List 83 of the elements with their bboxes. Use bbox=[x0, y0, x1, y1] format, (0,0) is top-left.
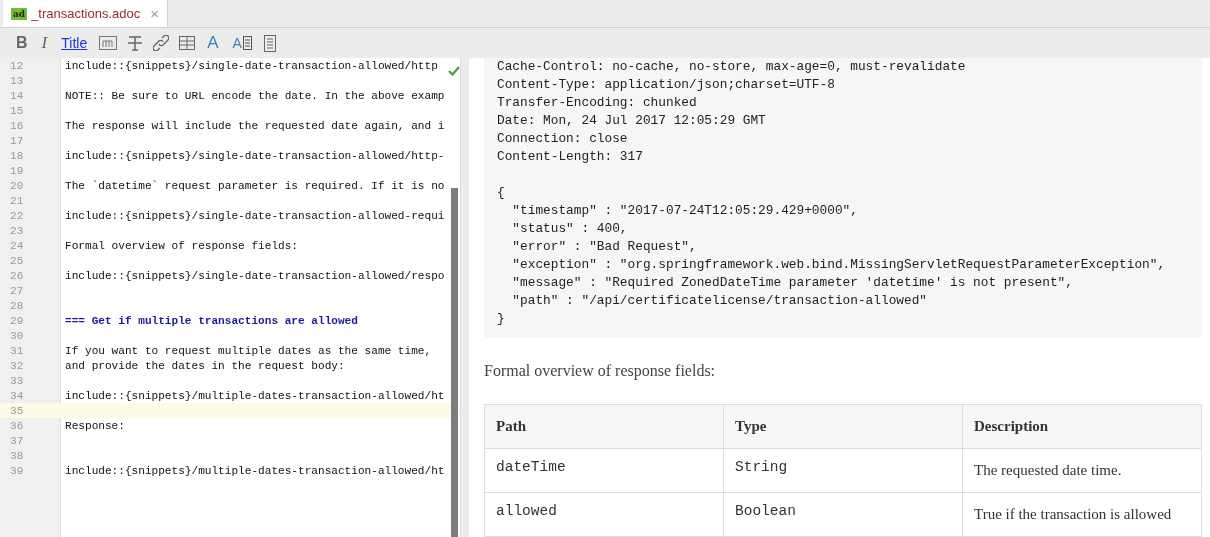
code-line: Connection: close bbox=[497, 131, 628, 146]
code-line: include::{snippets}/multiple-dates-transaction-allowed/ht bbox=[65, 464, 445, 477]
code-line: include::{snippets}/single-date-transaction-allowed/http- bbox=[65, 149, 445, 162]
code-line: Formal overview of response fields: bbox=[65, 239, 298, 252]
code-line: === Get if multiple transactions are allowed bbox=[65, 314, 358, 327]
code-line: Cache-Control: no-cache, no-store, max-age=0, must-revalidate bbox=[497, 59, 966, 74]
line-number: 16 bbox=[9, 119, 25, 132]
code-line: include::{snippets}/multiple-dates-transaction-allowed/ht bbox=[65, 389, 445, 402]
code-line: "status" : 400, bbox=[511, 221, 628, 236]
code-line: "path" : "/api/certificatelicense/transaction-allowed" bbox=[511, 293, 928, 308]
column-header: Type bbox=[723, 404, 963, 449]
code-line: Date: Mon, 24 Jul 2017 12:05:29 GMT bbox=[497, 113, 766, 128]
asciidoc-file-icon: ad bbox=[11, 7, 28, 20]
line-number: 31 bbox=[9, 344, 25, 357]
line-number: 19 bbox=[9, 164, 25, 177]
code-line: "message" : "Required ZonedDateTime parameter 'datetime' is not present", bbox=[511, 275, 1073, 290]
line-number: 23 bbox=[9, 224, 25, 237]
line-number: 21 bbox=[9, 194, 25, 207]
code-line: "exception" : "org.springframework.web.bind.MissingServletRequestParameterException", bbox=[511, 257, 1166, 272]
bold-button[interactable]: B bbox=[14, 34, 30, 52]
scrollbar-thumb[interactable] bbox=[451, 188, 458, 537]
line-number: 34 bbox=[9, 389, 25, 402]
monospace-icon[interactable] bbox=[99, 36, 118, 50]
code-line: "error" : "Bad Request", bbox=[511, 239, 697, 254]
line-number: 29 bbox=[9, 314, 25, 327]
code-line: Content-Length: 317 bbox=[497, 149, 643, 164]
table-icon[interactable] bbox=[179, 36, 196, 50]
line-number: 33 bbox=[9, 374, 25, 387]
code-line: include::{snippets}/single-date-transaction-allowed/http bbox=[65, 59, 438, 72]
table-cell: String bbox=[723, 448, 963, 493]
line-number: 15 bbox=[9, 104, 25, 117]
line-number: 27 bbox=[9, 284, 25, 297]
line-number: 38 bbox=[9, 449, 25, 462]
font-button[interactable]: A bbox=[205, 33, 221, 53]
code-line: } bbox=[497, 311, 505, 326]
link-icon[interactable] bbox=[153, 35, 170, 51]
line-number: 13 bbox=[9, 74, 25, 87]
line-number: 18 bbox=[9, 149, 25, 162]
font-box-button[interactable]: A bbox=[230, 35, 254, 51]
code-line: and provide the dates in the request body: bbox=[65, 359, 345, 372]
line-number: 36 bbox=[9, 419, 25, 432]
line-number: 30 bbox=[9, 329, 25, 342]
code-line: Content-Type: application/json;charset=UTF-8 bbox=[497, 77, 835, 92]
line-number: 20 bbox=[9, 179, 25, 192]
line-number: 17 bbox=[9, 134, 25, 147]
column-header: Description bbox=[962, 404, 1202, 449]
code-line: The `datetime` request parameter is required. If it is no bbox=[65, 179, 445, 192]
line-number: 35 bbox=[9, 404, 25, 417]
line-number: 14 bbox=[9, 89, 25, 102]
code-line: { bbox=[497, 185, 505, 200]
line-number: 28 bbox=[9, 299, 25, 312]
file-tab[interactable]: ad _transactions.adoc × bbox=[3, 0, 168, 27]
line-number: 24 bbox=[9, 239, 25, 252]
code-line: include::{snippets}/single-date-transaction-allowed/respo bbox=[65, 269, 445, 282]
line-number: 39 bbox=[9, 464, 25, 477]
line-number: 32 bbox=[9, 359, 25, 372]
code-line: The response will include the requested date again, and i bbox=[65, 119, 445, 132]
close-icon[interactable]: × bbox=[150, 5, 159, 22]
code-line: If you want to request multiple dates as the same time, bbox=[65, 344, 432, 357]
check-icon bbox=[448, 66, 460, 76]
line-number: 25 bbox=[9, 254, 25, 267]
line-number: 26 bbox=[9, 269, 25, 282]
table-cell: allowed bbox=[484, 492, 724, 537]
code-line: include::{snippets}/single-date-transaction-allowed-requi bbox=[65, 209, 445, 222]
code-line: Response: bbox=[65, 419, 125, 432]
table-cell: True if the transaction is allowed bbox=[962, 492, 1202, 537]
italic-button[interactable]: I bbox=[39, 33, 50, 53]
title-link[interactable]: Title bbox=[59, 35, 90, 51]
document-icon[interactable] bbox=[263, 34, 276, 52]
splitter-handle[interactable] bbox=[460, 58, 469, 537]
text-box-icon bbox=[242, 36, 252, 50]
column-header: Path bbox=[484, 404, 724, 449]
table-cell: Boolean bbox=[723, 492, 963, 537]
table-cell: dateTime bbox=[484, 448, 724, 493]
line-number: 12 bbox=[9, 59, 25, 72]
strikethrough-icon[interactable] bbox=[127, 35, 144, 51]
line-number: 22 bbox=[9, 209, 25, 222]
paragraph: Formal overview of response fields: bbox=[484, 362, 717, 380]
code-line: NOTE:: Be sure to URL encode the date. In the above examp bbox=[65, 89, 445, 102]
code-line: "timestamp" : "2017-07-24T12:05:29.429+0000", bbox=[511, 203, 858, 218]
table-cell: The requested date time. bbox=[962, 448, 1202, 493]
line-number: 37 bbox=[9, 434, 25, 447]
code-line: Transfer-Encoding: chunked bbox=[497, 95, 697, 110]
